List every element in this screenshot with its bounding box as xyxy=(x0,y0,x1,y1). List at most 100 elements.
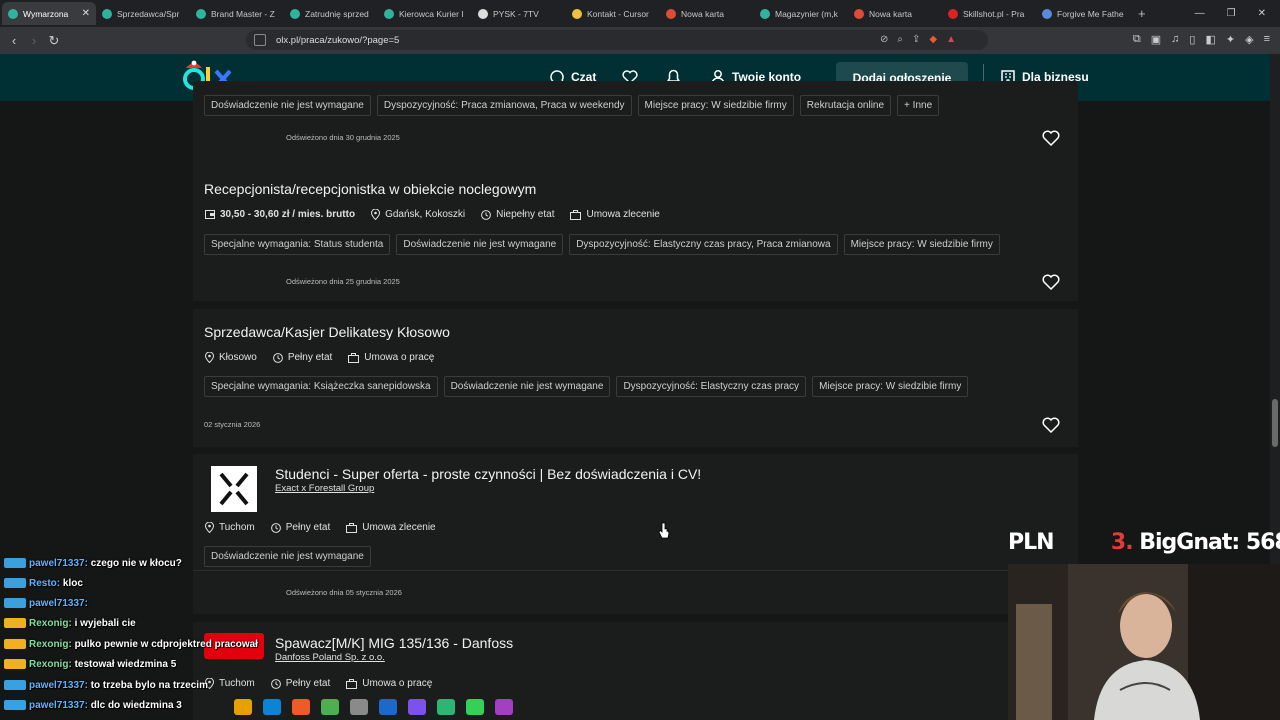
contract-value: Umowa zlecenie xyxy=(362,522,436,533)
listing-tag: + Inne xyxy=(897,95,940,116)
browser-tab[interactable]: Nowa karta xyxy=(848,2,942,25)
vpn-icon[interactable]: ◈ xyxy=(1245,33,1253,46)
listing-tag: Miejsce pracy: W siedzibie firmy xyxy=(843,234,1000,255)
forward-icon[interactable]: › xyxy=(24,33,44,48)
listing-title[interactable]: Studenci - Super oferta - proste czynnoś… xyxy=(275,466,701,482)
app-icon[interactable] xyxy=(466,699,484,715)
clock-icon xyxy=(270,522,281,533)
location-value: Tuchom xyxy=(219,522,255,533)
listing-date: 02 stycznia 2026 xyxy=(204,420,261,429)
tab-title: Magazynier (m,k xyxy=(775,8,838,19)
ticker-text: BigGnat: 568.42 xyxy=(1139,530,1280,555)
app-icon[interactable] xyxy=(437,699,455,715)
favorite-heart-icon[interactable] xyxy=(1042,417,1060,433)
chat-message: pawel71337: dlc do wiedzmina 3 xyxy=(4,700,182,711)
worktime-value: Pełny etat xyxy=(287,352,333,363)
location-value: Gdańsk, Kokoszki xyxy=(385,209,466,220)
discord-icon[interactable] xyxy=(408,699,426,715)
brave-shield-icon[interactable]: ◆ xyxy=(929,34,937,45)
edge-icon[interactable] xyxy=(263,699,281,715)
streamer-webcam-image xyxy=(1008,564,1280,720)
tab-favicon-icon xyxy=(384,8,394,19)
listing-card[interactable]: Studenci - Super oferta - proste czynnoś… xyxy=(193,454,1078,614)
listing-tag: Specjalne wymagania: Status studenta xyxy=(204,234,391,255)
browser-tab[interactable]: Brand Master - Z xyxy=(190,2,284,25)
browser-tab[interactable]: Wymarzona ✕ xyxy=(2,2,96,25)
favorite-heart-icon[interactable] xyxy=(1042,274,1060,290)
back-icon[interactable]: ‹ xyxy=(4,33,24,48)
chat-message: pawel71337: czego nie w kłocu? xyxy=(4,558,182,569)
chat-text: to trzeba bylo na trzecim xyxy=(90,680,208,691)
salary-icon xyxy=(205,210,215,219)
url-field[interactable]: olx.pl/praca/zukowo/?page=5 xyxy=(246,30,988,50)
scroll-thumb[interactable] xyxy=(1272,399,1278,447)
sidebar-icon[interactable]: ▯ xyxy=(1189,33,1195,46)
reload-icon[interactable]: ↻ xyxy=(44,33,64,49)
browser-tab[interactable]: Forgive Me Fathe xyxy=(1036,2,1130,25)
listing-title[interactable]: Sprzedawca/Kasjer Delikatesy Kłosowo xyxy=(204,324,450,340)
browser-tab[interactable]: Skillshot.pl - Pra xyxy=(942,2,1036,25)
wallet-icon[interactable]: ◧ xyxy=(1205,33,1215,46)
tag-list: Doświadczenie nie jest wymagane Dyspozycy… xyxy=(204,95,940,116)
browser-tab[interactable]: PYSK - 7TV xyxy=(472,2,566,25)
chat-username: Rexonig: xyxy=(29,659,72,670)
translate-icon[interactable]: ⊘ xyxy=(880,34,888,45)
tab-favicon-icon xyxy=(290,8,300,19)
listing-card[interactable]: Sprzedawca/Kasjer Delikatesy Kłosowo Kło… xyxy=(193,309,1078,447)
browser-tab[interactable]: Nowa karta xyxy=(660,2,754,25)
ai-icon[interactable]: ✦ xyxy=(1226,33,1235,46)
app-icon[interactable] xyxy=(495,699,513,715)
browser-tab[interactable]: Kierowca Kurier I xyxy=(378,2,472,25)
new-tab-button[interactable]: + xyxy=(1130,6,1154,21)
company-link[interactable]: Exact x Forestall Group xyxy=(275,483,374,494)
listing-card[interactable]: Recepcjonista/recepcjonistka w obiekcie … xyxy=(193,166,1078,301)
extension-icon[interactable]: ▣ xyxy=(1151,33,1161,46)
listing-meta: Tuchom Pełny etat Umowa zlecenie xyxy=(205,522,436,533)
browser-tab[interactable]: Kontakt - Cursor xyxy=(566,2,660,25)
listing-tag: Dyspozycyjność: Elastyczny czas pracy xyxy=(616,376,807,397)
chat-message: Resto: kloc xyxy=(4,578,83,589)
tab-favicon-icon xyxy=(1042,8,1052,19)
chat-username: pawel71337: xyxy=(29,680,88,691)
chrome-icon[interactable] xyxy=(321,699,339,715)
tab-favicon-icon xyxy=(572,8,582,19)
exact-logo-icon xyxy=(219,472,249,506)
listing-date: Odświeżono dnia 05 stycznia 2026 xyxy=(286,588,402,597)
chat-text: dlc do wiedzmina 3 xyxy=(90,700,182,711)
extension-icon[interactable]: ⧉ xyxy=(1133,33,1141,46)
briefcase-icon xyxy=(570,209,582,220)
tab-favicon-icon xyxy=(666,8,676,19)
browser-tab[interactable]: Sprzedawca/Spr xyxy=(96,2,190,25)
favorite-heart-icon[interactable] xyxy=(1042,130,1060,146)
steam-icon[interactable] xyxy=(379,699,397,715)
app-icon[interactable] xyxy=(350,699,368,715)
site-info-icon[interactable] xyxy=(254,34,266,46)
brave-icon[interactable] xyxy=(292,699,310,715)
worktime-value: Niepełny etat xyxy=(496,209,555,220)
location-value: Kłosowo xyxy=(219,352,257,363)
tab-title: Nowa karta xyxy=(869,8,912,19)
restore-icon[interactable]: ❐ xyxy=(1227,8,1236,19)
tab-close-icon[interactable]: ✕ xyxy=(82,8,90,19)
browser-tab-strip: Wymarzona ✕ Sprzedawca/Spr Brand Master - Z… xyxy=(0,0,1280,27)
listing-title[interactable]: Recepcjonista/recepcjonistka w obiekcie … xyxy=(204,181,536,197)
tab-title: Zatrudnię sprzed xyxy=(305,8,369,19)
company-link[interactable]: Danfoss Poland Sp. z o.o. xyxy=(275,652,385,663)
zoom-icon[interactable]: ⌕ xyxy=(897,34,903,45)
chat-badge-icon xyxy=(4,700,26,711)
worktime-value: Pełny etat xyxy=(285,678,331,689)
listing-tag: Specjalne wymagania: Książeczka sanepido… xyxy=(204,376,438,397)
menu-icon[interactable]: ≡ xyxy=(1264,33,1270,46)
listing-title[interactable]: Spawacz[M/K] MIG 135/136 - Danfoss xyxy=(275,635,513,651)
browser-tab[interactable]: Magazynier (m,k xyxy=(754,2,848,25)
tab-title: PYSK - 7TV xyxy=(493,8,539,19)
media-icon[interactable]: ♫ xyxy=(1171,33,1179,46)
minimize-icon[interactable]: — xyxy=(1195,8,1205,19)
tab-title: Kontakt - Cursor xyxy=(587,8,649,19)
rewards-icon[interactable]: ▲ xyxy=(946,34,956,45)
share-icon[interactable]: ⇪ xyxy=(912,34,920,45)
tab-favicon-icon xyxy=(854,8,864,19)
close-icon[interactable]: ✕ xyxy=(1258,8,1266,19)
browser-tab[interactable]: Zatrudnię sprzed xyxy=(284,2,378,25)
file-explorer-icon[interactable] xyxy=(234,699,252,715)
